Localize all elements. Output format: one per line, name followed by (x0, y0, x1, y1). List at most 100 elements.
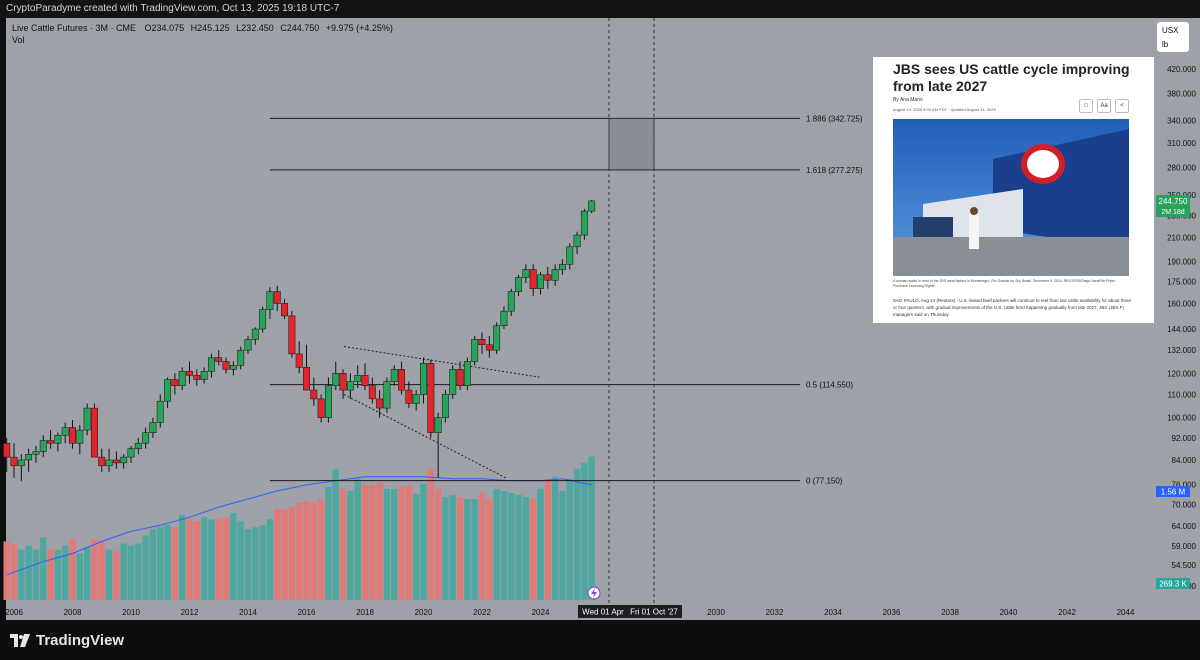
candle-body (215, 357, 223, 362)
fib-level-label: 1.886 (342.725) (806, 114, 863, 123)
volume-bar (266, 519, 274, 600)
y-tick-label: 110.000 (1168, 390, 1197, 399)
volume-bar (427, 468, 435, 600)
volume-bar (281, 509, 288, 600)
candle-body (398, 369, 406, 391)
volume-bar (98, 541, 105, 600)
volume-bar (120, 543, 127, 600)
candle-body (61, 427, 69, 436)
candle-body (551, 269, 559, 281)
volume-bar (32, 549, 40, 600)
candle (156, 394, 164, 428)
x-tick-label: 2040 (1000, 608, 1018, 617)
volume-bar (529, 499, 537, 600)
candle (434, 412, 442, 478)
volume-bar (127, 545, 135, 600)
candle-body (142, 432, 150, 444)
volume-bar (369, 484, 376, 600)
x-tick-label: 2012 (181, 608, 199, 617)
candle (17, 454, 25, 482)
volume-legend[interactable]: Vol (12, 34, 393, 46)
unit-selector[interactable]: USX lb (1157, 22, 1189, 52)
volume-bar (412, 493, 420, 600)
volume-bar (230, 513, 237, 600)
volume-bar (40, 537, 47, 600)
candle-body (47, 440, 55, 444)
volume-bar (332, 468, 339, 600)
candle (478, 332, 486, 354)
candle (215, 350, 223, 366)
candle (61, 422, 69, 444)
candle-body (588, 200, 596, 212)
candle-body (127, 448, 135, 458)
ohlc-open: O234.075 (144, 23, 185, 33)
volume-bar (69, 539, 76, 600)
candle (32, 445, 40, 463)
volume-bar (142, 535, 149, 600)
volume-bar (3, 541, 10, 600)
candle (515, 274, 523, 296)
x-tick-label: 2016 (298, 608, 316, 617)
news-date: August 14, 2025 8:00 AM PDT · Updated Au… (893, 107, 996, 112)
volume-bar (398, 486, 405, 600)
candle (273, 285, 281, 312)
news-photo (893, 119, 1129, 276)
y-tick-label: 280.000 (1167, 163, 1196, 172)
volume-bar (208, 519, 215, 600)
candle (346, 373, 354, 399)
volume-bar (566, 478, 573, 600)
y-tick-label: 160.000 (1167, 299, 1196, 308)
bar-countdown: 2M 18d (1161, 209, 1184, 216)
volume-bar (493, 488, 500, 600)
candle-body (98, 456, 106, 467)
volume-bar (186, 519, 193, 600)
news-photo-caption: A woman walks in front of the JBS meat f… (893, 279, 1116, 288)
volume-bar (500, 490, 508, 600)
candle (303, 344, 310, 391)
candle-body (178, 371, 186, 387)
volume-bar (508, 492, 515, 600)
volume-bar (237, 521, 244, 600)
candle (537, 272, 544, 295)
candle-body (266, 291, 274, 310)
candle-body (463, 361, 471, 387)
candle-body (332, 373, 340, 387)
candle (149, 417, 157, 438)
y-tick-label: 132.000 (1167, 346, 1196, 355)
volume-bar (25, 545, 32, 600)
candle (544, 266, 552, 289)
candle-body (537, 274, 544, 289)
unit-label: lb (1162, 40, 1169, 49)
volume-bar (449, 494, 456, 600)
candle-body (405, 389, 413, 404)
candle-body (566, 246, 574, 265)
wedge-upper-trendline (343, 346, 542, 378)
candle (566, 243, 574, 270)
earnings-event-icon[interactable] (587, 586, 601, 600)
symbol-title[interactable]: Live Cattle Futures · 3M · CME (12, 23, 136, 33)
x-tick-label: 2008 (64, 608, 82, 617)
volume-bar (478, 492, 486, 600)
candle-body (354, 375, 362, 382)
candle-body (295, 353, 303, 368)
y-tick-label: 340.000 (1167, 116, 1196, 125)
candle (463, 357, 471, 391)
ohlc-close: C244.750 (280, 23, 320, 33)
candle-body (390, 369, 398, 382)
candle (200, 367, 208, 384)
volume-bar (325, 486, 332, 600)
volume-bar (522, 496, 530, 600)
last-price-value: 244.750 (1159, 197, 1188, 206)
y-tick-label: 310.000 (1167, 139, 1196, 148)
candle-body (303, 367, 310, 391)
candle (361, 363, 369, 391)
volume-bar (376, 482, 383, 600)
candle-body (186, 371, 193, 376)
candle (522, 264, 530, 284)
candle (207, 353, 215, 378)
candle (3, 437, 11, 472)
candle (441, 390, 449, 423)
fib-level-label: 1.618 (277.275) (806, 166, 863, 175)
candle (54, 432, 62, 452)
candle (485, 335, 493, 358)
